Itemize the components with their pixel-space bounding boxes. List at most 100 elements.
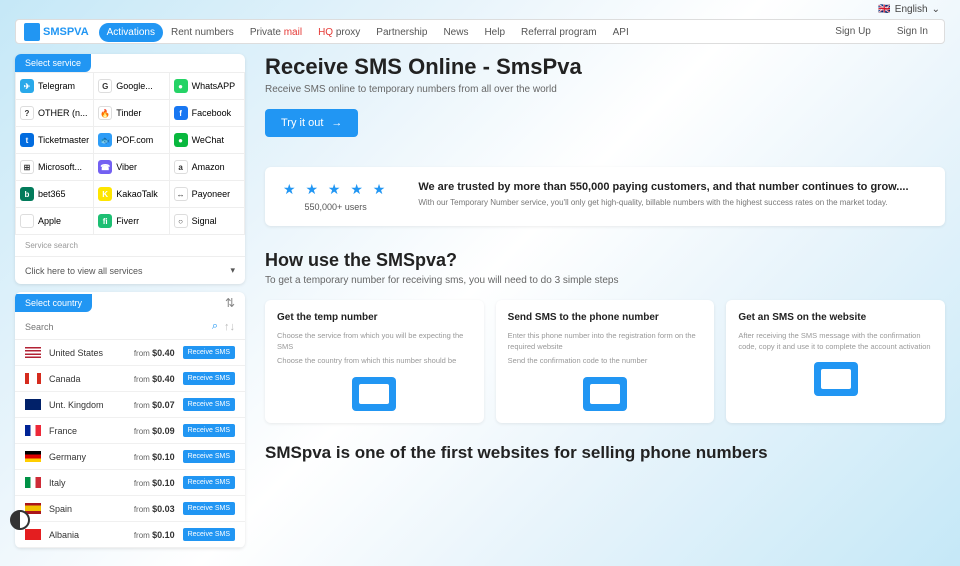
country-search-input[interactable]	[25, 322, 206, 332]
country-name: Italy	[49, 478, 126, 488]
country-row: United States from $0.40 Receive SMS	[15, 340, 245, 366]
trust-title: We are trusted by more than 550,000 payi…	[418, 181, 927, 193]
nav-referral-program[interactable]: Referral program	[513, 23, 605, 42]
receive-sms-button[interactable]: Receive SMS	[183, 346, 235, 359]
country-tab: Select country	[15, 294, 92, 312]
service-viber[interactable]: ☎Viber	[94, 154, 168, 180]
receive-sms-button[interactable]: Receive SMS	[183, 476, 235, 489]
swap-icon[interactable]: ⇅	[221, 292, 245, 314]
service-wechat[interactable]: ●WeChat	[170, 127, 244, 153]
step-icon	[352, 377, 396, 411]
service-telegram[interactable]: ✈Telegram	[16, 73, 93, 99]
page-subtitle: Receive SMS online to temporary numbers …	[265, 84, 945, 95]
logo-text: SMSPVA	[43, 26, 89, 38]
receive-sms-button[interactable]: Receive SMS	[183, 502, 235, 515]
country-row: Francefrom $0.09Receive SMS	[15, 418, 245, 444]
flag-icon	[25, 477, 41, 488]
trust-desc: With our Temporary Number service, you'l…	[418, 197, 927, 208]
service-bet365[interactable]: bbet365	[16, 181, 93, 207]
flag-icon	[25, 425, 41, 436]
search-icon[interactable]: ⌕	[212, 320, 218, 333]
service-payoneer[interactable]: ↔Payoneer	[170, 181, 244, 207]
user-count: 550,000+ users	[283, 202, 388, 212]
country-row: Canadafrom $0.40Receive SMS	[15, 366, 245, 392]
nav-rent-numbers[interactable]: Rent numbers	[163, 23, 242, 42]
service-other-n-[interactable]: ?OTHER (n...	[16, 100, 93, 126]
service-ticketmaster[interactable]: tTicketmaster	[16, 127, 93, 153]
star-rating: ★ ★ ★ ★ ★	[283, 181, 388, 198]
country-price: from $0.03	[134, 504, 175, 514]
nav-api[interactable]: API	[605, 23, 637, 42]
signin-link[interactable]: Sign In	[889, 22, 936, 41]
theme-toggle[interactable]	[10, 510, 30, 530]
how-title: How use the SMSpva?	[265, 250, 945, 271]
main-nav: SMSPVA ActivationsRent numbersPrivate ma…	[15, 19, 945, 44]
country-name: Canada	[49, 374, 126, 384]
all-services-dropdown[interactable]: Click here to view all services▾	[15, 256, 245, 284]
receive-sms-button[interactable]: Receive SMS	[183, 372, 235, 385]
country-row: Unt. Kingdomfrom $0.07Receive SMS	[15, 392, 245, 418]
country-price: from $0.40	[134, 348, 175, 358]
page-title: Receive SMS Online - SmsPva	[265, 54, 945, 80]
nav-help[interactable]: Help	[476, 23, 513, 42]
try-button[interactable]: Try it out→	[265, 109, 358, 137]
service-amazon[interactable]: aAmazon	[170, 154, 244, 180]
flag-icon	[25, 373, 41, 384]
service-pof-com[interactable]: 🐟POF.com	[94, 127, 168, 153]
arrow-right-icon: →	[331, 117, 342, 129]
nav-private-mail[interactable]: Private mail	[242, 23, 310, 42]
service-google-[interactable]: GGoogle...	[94, 73, 168, 99]
step-icon	[583, 377, 627, 411]
receive-sms-button[interactable]: Receive SMS	[183, 424, 235, 437]
bottom-title: SMSpva is one of the first websites for …	[265, 443, 945, 463]
country-price: from $0.10	[134, 452, 175, 462]
language-selector[interactable]: 🇬🇧English⌄	[878, 4, 940, 15]
step-title: Send SMS to the phone number	[508, 312, 703, 323]
country-price: from $0.10	[134, 530, 175, 540]
country-name: Albania	[49, 530, 126, 540]
service-whatsapp[interactable]: ●WhatsAPP	[170, 73, 244, 99]
chevron-down-icon: ⌄	[932, 4, 940, 15]
country-row: Italy from $0.10 Receive SMS	[15, 470, 245, 496]
step-3: Get an SMS on the websiteAfter receiving…	[726, 300, 945, 423]
country-name: United States	[49, 348, 126, 358]
flag-icon	[25, 399, 41, 410]
service-kakaotalk[interactable]: KKakaoTalk	[94, 181, 168, 207]
sort-icon[interactable]: ↑↓	[224, 321, 235, 333]
service-signal[interactable]: ○Signal	[170, 208, 244, 234]
how-subtitle: To get a temporary number for receiving …	[265, 275, 945, 286]
signup-link[interactable]: Sign Up	[827, 22, 879, 41]
country-panel: Select country ⇅ ⌕ ↑↓ United States from …	[15, 292, 245, 548]
country-price: from $0.07	[134, 400, 175, 410]
nav-activations[interactable]: Activations	[99, 23, 163, 42]
nav-news[interactable]: News	[435, 23, 476, 42]
service-microsoft-[interactable]: ⊞Microsoft...	[16, 154, 93, 180]
service-apple[interactable]: Apple	[16, 208, 93, 234]
country-price: from $0.10	[134, 478, 175, 488]
flag-icon	[25, 347, 41, 358]
logo-icon	[24, 23, 40, 41]
country-name: Germany	[49, 452, 126, 462]
receive-sms-button[interactable]: Receive SMS	[183, 528, 235, 541]
service-fiverr[interactable]: fiFiverr	[94, 208, 168, 234]
step-1: Get the temp numberChoose the service fr…	[265, 300, 484, 423]
chevron-down-icon: ▾	[230, 265, 235, 276]
nav-partnership[interactable]: Partnership	[368, 23, 435, 42]
service-panel: Select service ✈TelegramGGoogle...●Whats…	[15, 54, 245, 284]
country-row: Spain from $0.03 Receive SMS	[15, 496, 245, 522]
receive-sms-button[interactable]: Receive SMS	[183, 398, 235, 411]
flag-icon	[25, 451, 41, 462]
service-tab: Select service	[15, 54, 91, 72]
service-search-label: Service search	[15, 235, 245, 256]
country-price: from $0.09	[134, 426, 175, 436]
service-tinder[interactable]: 🔥Tinder	[94, 100, 168, 126]
step-title: Get an SMS on the website	[738, 312, 933, 323]
trust-box: ★ ★ ★ ★ ★ 550,000+ users We are trusted …	[265, 167, 945, 226]
receive-sms-button[interactable]: Receive SMS	[183, 450, 235, 463]
step-title: Get the temp number	[277, 312, 472, 323]
nav-hq-proxy[interactable]: HQ proxy	[310, 23, 368, 42]
country-name: Spain	[49, 504, 126, 514]
service-facebook[interactable]: fFacebook	[170, 100, 244, 126]
logo[interactable]: SMSPVA	[24, 23, 89, 41]
country-row: Germany from $0.10 Receive SMS	[15, 444, 245, 470]
